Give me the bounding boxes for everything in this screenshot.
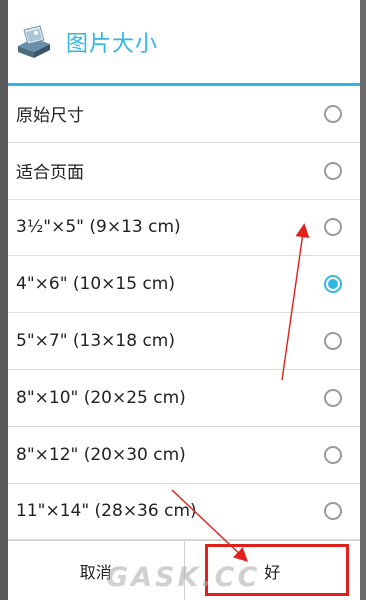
size-option[interactable]: 11"×14" (28×36 cm) xyxy=(8,484,360,541)
radio-button[interactable] xyxy=(324,445,342,464)
radio-button[interactable] xyxy=(324,218,342,237)
size-option-label: 11"×14" (28×36 cm) xyxy=(16,501,197,522)
size-option-label: 4"×6" (10×15 cm) xyxy=(16,274,176,295)
radio-button-checked[interactable] xyxy=(324,275,342,294)
size-option-label: 8"×10" (20×25 cm) xyxy=(16,387,186,408)
size-option-selected[interactable]: 4"×6" (10×15 cm) xyxy=(8,256,360,314)
radio-button[interactable] xyxy=(324,502,342,521)
dim-backdrop-right xyxy=(360,0,366,600)
dialog-title: 图片大小 xyxy=(66,31,159,57)
watermark-text: GASK.CC xyxy=(106,562,261,593)
size-option[interactable]: 原始尺寸 xyxy=(8,86,360,143)
size-option-label: 5"×7" (13×18 cm) xyxy=(16,331,176,352)
radio-button[interactable] xyxy=(324,388,342,407)
dialog-header: 图片大小 xyxy=(8,0,360,86)
size-option[interactable]: 8"×12" (20×30 cm) xyxy=(8,427,360,484)
size-option[interactable]: 5"×7" (13×18 cm) xyxy=(8,313,360,370)
size-option[interactable]: 3½"×5" (9×13 cm) xyxy=(8,200,360,257)
radio-button[interactable] xyxy=(324,332,342,351)
image-size-dialog: 图片大小 原始尺寸 适合页面 3½"×5" (9×13 cm) 4"×6" (1… xyxy=(8,0,360,600)
size-option-list: 原始尺寸 适合页面 3½"×5" (9×13 cm) 4"×6" (10×15 … xyxy=(8,86,360,541)
size-option-label: 3½"×5" (9×13 cm) xyxy=(16,217,181,238)
size-option-label: 适合页面 xyxy=(16,163,84,184)
printer-photo-icon xyxy=(18,24,50,58)
size-option-label: 原始尺寸 xyxy=(16,106,84,127)
radio-button[interactable] xyxy=(324,161,342,180)
radio-button[interactable] xyxy=(324,104,342,123)
size-option-label: 8"×12" (20×30 cm) xyxy=(16,444,186,465)
size-option[interactable]: 适合页面 xyxy=(8,143,360,200)
dim-backdrop-left xyxy=(0,0,8,600)
radio-dot xyxy=(328,279,338,290)
size-option[interactable]: 8"×10" (20×25 cm) xyxy=(8,370,360,427)
